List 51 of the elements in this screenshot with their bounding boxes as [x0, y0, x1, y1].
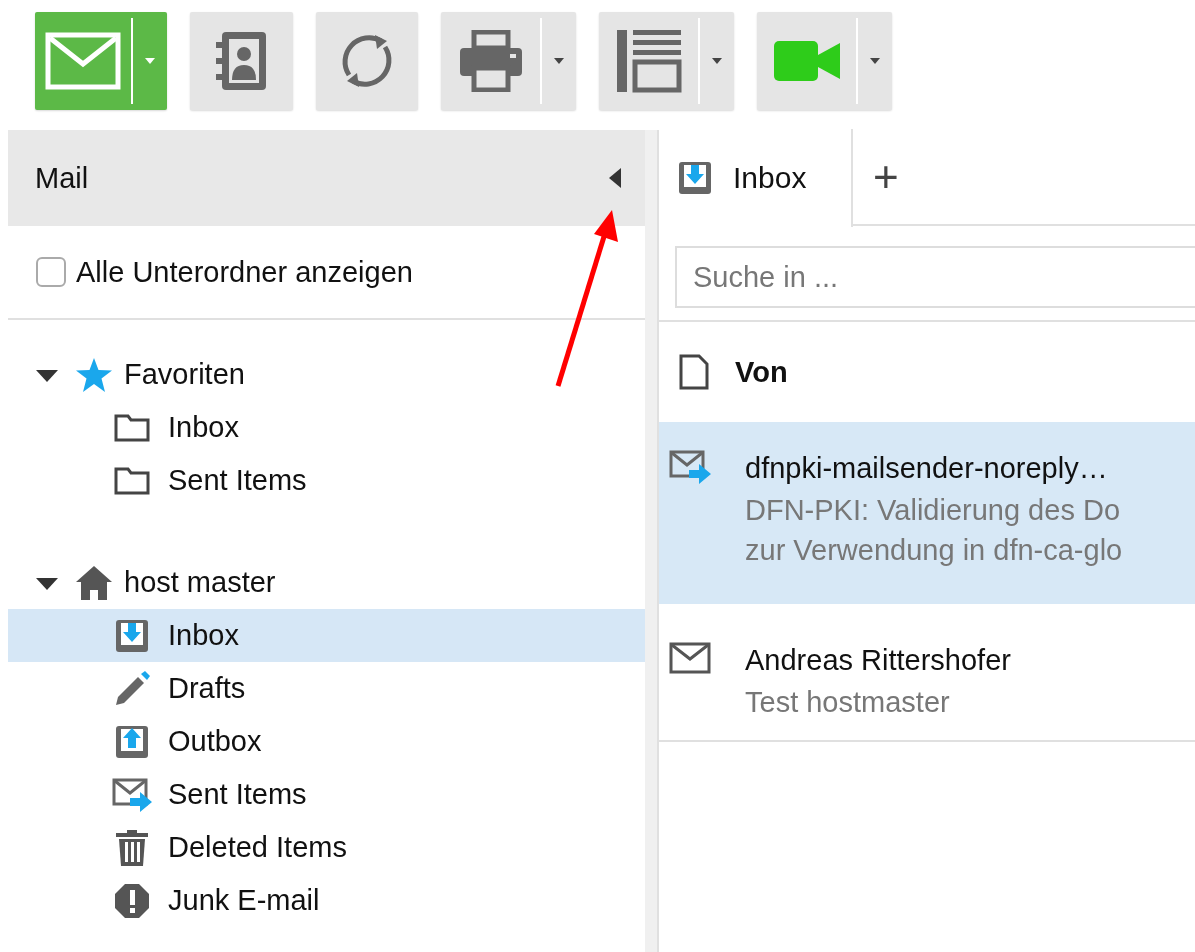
layout-icon: [614, 28, 683, 94]
sidebar-title: Mail: [35, 161, 89, 195]
message-sender: dfnpki-mailsender-noreply…: [745, 451, 1108, 485]
envelope-arrow-icon: [112, 777, 152, 812]
folder-item[interactable]: Drafts: [8, 662, 645, 715]
caret-icon: [870, 58, 880, 64]
caret-icon: [554, 58, 564, 64]
video-camera-icon: [773, 41, 840, 81]
folder-item[interactable]: Sent Items: [8, 454, 645, 507]
tree-item[interactable]: host master: [124, 566, 276, 599]
star-icon: [76, 357, 112, 392]
folder-item[interactable]: Sent Items: [8, 768, 645, 821]
folder-item[interactable]: Inbox: [8, 609, 645, 662]
folder-icon: [114, 413, 150, 442]
folder-item[interactable]: Junk E-mail: [8, 874, 645, 927]
inbox-icon: [114, 617, 150, 654]
search-field[interactable]: Suche in ...: [675, 246, 1195, 308]
checkbox[interactable]: [36, 257, 66, 287]
add-tab-button[interactable]: +: [873, 152, 899, 202]
message-subject: Test hostmaster: [744, 685, 951, 720]
inbox-icon: [677, 160, 713, 196]
column-header[interactable]: Von: [735, 355, 788, 389]
checkbox-label: Alle Unterordner anzeigen: [76, 255, 413, 289]
tree-item[interactable]: Favoriten: [124, 358, 245, 391]
folder-item[interactable]: Inbox: [8, 401, 645, 454]
message-sender: Andreas Rittershofer: [745, 643, 1011, 677]
toolbar-button[interactable]: [35, 12, 167, 110]
caret-icon: [712, 58, 722, 64]
toolbar-button[interactable]: [316, 12, 418, 110]
document-icon: [679, 354, 709, 390]
caret-icon: [145, 58, 155, 64]
folder-item[interactable]: Deleted Items: [8, 821, 645, 874]
envelope-icon: [45, 32, 121, 90]
message-subject: zur Verwendung in dfn-ca-glo: [744, 533, 1124, 568]
tab[interactable]: Inbox: [659, 129, 853, 227]
folder-item[interactable]: Outbox: [8, 715, 645, 768]
toolbar-button[interactable]: [599, 12, 734, 110]
exclamation-icon: [114, 882, 150, 919]
toolbar-button[interactable]: [441, 12, 576, 110]
envelope-arrow-icon: [669, 450, 713, 486]
message-item[interactable]: Andreas Rittershofer Test hostmaster: [659, 620, 1195, 742]
message-item[interactable]: dfnpki-mailsender-noreply… DFN-PKI: Validierung des Do zur Verwendung in dfn-ca-glo: [659, 422, 1195, 604]
message-subject: DFN-PKI: Validierung des Do: [744, 493, 1121, 528]
collapse-icon[interactable]: [609, 168, 621, 188]
printer-icon: [457, 30, 524, 92]
folder-icon: [114, 466, 150, 495]
house-icon: [76, 565, 112, 600]
pencil-icon: [114, 670, 150, 707]
outbox-icon: [114, 723, 150, 760]
toolbar-button[interactable]: [190, 12, 293, 110]
trash-icon: [116, 829, 148, 866]
